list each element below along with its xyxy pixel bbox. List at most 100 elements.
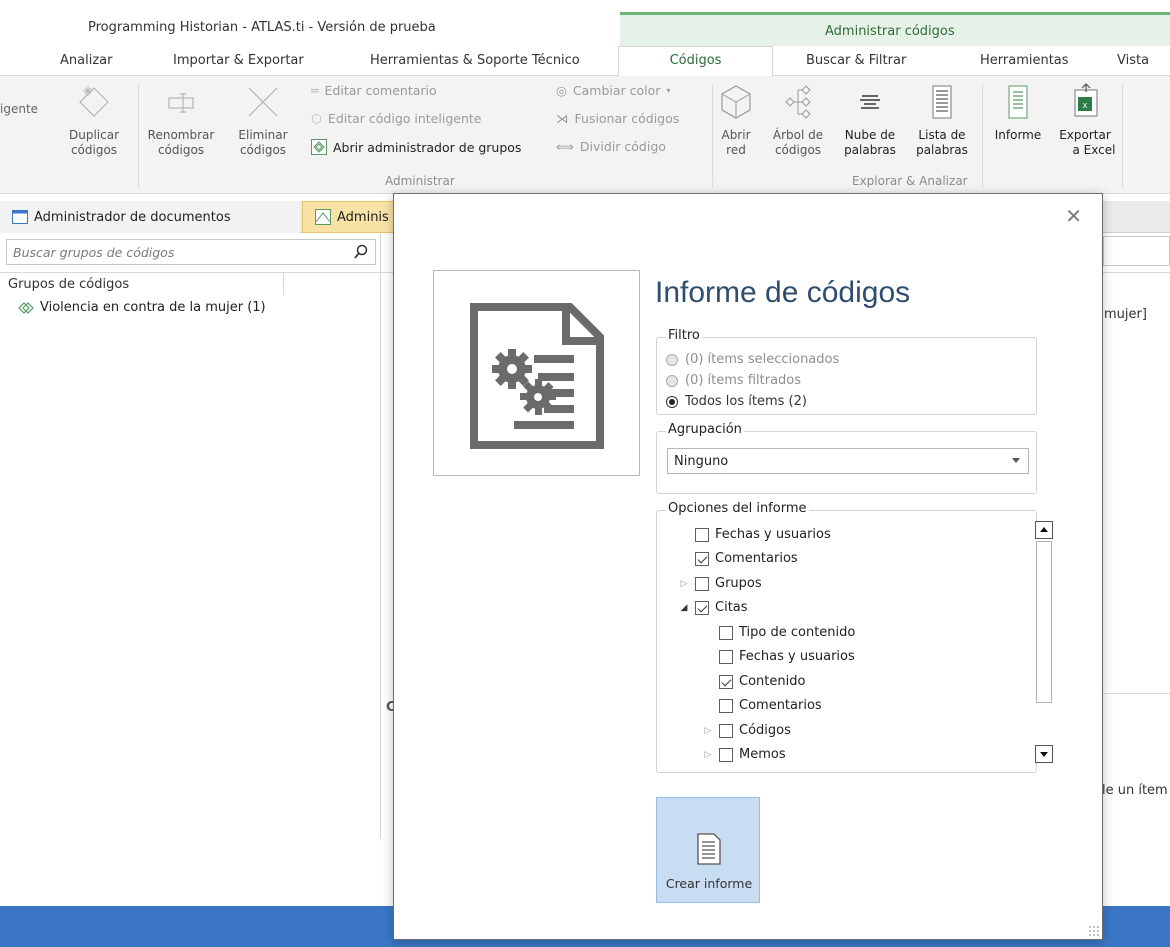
options-scrollbar[interactable] bbox=[1035, 521, 1053, 763]
smart-code-icon: ⬡ bbox=[311, 111, 322, 126]
split-icon: ⟺ bbox=[556, 139, 574, 154]
tab-importar-exportar[interactable]: Importar & Exportar bbox=[173, 53, 304, 68]
code-tree-label-1: Árbol de bbox=[772, 128, 824, 142]
search-input[interactable]: Buscar grupos de códigos bbox=[6, 239, 376, 265]
search-icon[interactable] bbox=[353, 244, 369, 260]
close-icon[interactable]: ✕ bbox=[1065, 204, 1082, 228]
option-content[interactable]: Contenido bbox=[703, 674, 805, 689]
export-excel-label-1: Exportar bbox=[1059, 128, 1111, 142]
option-label: Citas bbox=[715, 600, 748, 615]
checkbox[interactable] bbox=[719, 723, 733, 738]
edit-smart-code-button[interactable]: ⬡ Editar código inteligente bbox=[311, 111, 481, 126]
option-memos[interactable]: ▷ Memos bbox=[703, 747, 786, 762]
word-cloud-label-1: Nube de bbox=[844, 128, 896, 142]
radio-all-items[interactable]: Todos los ítems (2) bbox=[666, 394, 807, 409]
tab-documents-manager[interactable]: Administrador de documentos bbox=[0, 201, 300, 233]
open-group-manager-label: Abrir administrador de grupos bbox=[333, 139, 522, 155]
panel-splitter[interactable] bbox=[380, 233, 381, 839]
tab-herramientas-soporte[interactable]: Herramientas & Soporte Técnico bbox=[370, 53, 580, 68]
checkbox[interactable] bbox=[695, 576, 709, 591]
expand-arrow-icon[interactable]: ▷ bbox=[703, 726, 713, 736]
option-content-type[interactable]: Tipo de contenido bbox=[703, 625, 855, 640]
delete-label-1: Eliminar bbox=[238, 128, 288, 142]
edit-smart-code-label: Editar código inteligente bbox=[327, 111, 482, 126]
radio-filtered-items: (0) ítems filtrados bbox=[666, 373, 801, 388]
tab-vista[interactable]: Vista bbox=[1117, 53, 1149, 68]
checkbox[interactable] bbox=[719, 625, 733, 640]
duplicate-codes-button[interactable]: Duplicar códigos bbox=[64, 82, 124, 158]
tab-codes-manager[interactable]: Adminis bbox=[302, 201, 402, 233]
export-excel-button[interactable]: x Exportar a Excel bbox=[1052, 82, 1118, 158]
rename-label-1: Renombrar bbox=[147, 128, 215, 142]
option-label: Comentarios bbox=[739, 698, 822, 713]
option-quotation-dates-users[interactable]: Fechas y usuarios bbox=[703, 649, 855, 664]
code-group-icon bbox=[18, 301, 34, 314]
expand-arrow-icon[interactable]: ▷ bbox=[679, 579, 689, 589]
open-network-label-1: Abrir bbox=[721, 128, 751, 142]
tab-analizar[interactable]: Analizar bbox=[60, 53, 112, 68]
ribbon-tabs: Analizar Importar & Exportar Herramienta… bbox=[0, 46, 1170, 77]
checkbox[interactable] bbox=[695, 527, 709, 542]
create-report-label: Crear informe bbox=[665, 876, 753, 891]
ribbon-separator bbox=[982, 84, 983, 188]
search-placeholder: Buscar grupos de códigos bbox=[13, 245, 175, 260]
grouping-selected-value: Ninguno bbox=[674, 454, 729, 469]
word-list-button[interactable]: Lista de palabras bbox=[910, 82, 974, 158]
checkbox[interactable] bbox=[719, 649, 733, 664]
scroll-down-button[interactable] bbox=[1035, 745, 1053, 763]
grouping-select[interactable]: Ninguno bbox=[667, 448, 1029, 474]
scroll-thumb[interactable] bbox=[1036, 541, 1052, 703]
code-tree-label-2: códigos bbox=[774, 143, 822, 157]
delete-codes-button[interactable]: Eliminar códigos bbox=[232, 82, 294, 158]
merge-codes-button[interactable]: ⋊ Fusionar códigos bbox=[556, 111, 679, 126]
merge-icon: ⋊ bbox=[556, 111, 569, 126]
option-dates-users[interactable]: Fechas y usuarios bbox=[679, 527, 831, 542]
dialog-title: Informe de códigos bbox=[655, 276, 911, 309]
checkbox[interactable] bbox=[695, 551, 709, 566]
edit-comment-button[interactable]: ═ Editar comentario bbox=[311, 83, 437, 98]
expand-arrow-icon[interactable]: ▷ bbox=[703, 750, 713, 760]
option-codes[interactable]: ▷ Códigos bbox=[703, 723, 791, 738]
report-document-icon bbox=[470, 303, 604, 449]
ribbon-cut-label[interactable]: igente bbox=[0, 102, 38, 117]
duplicate-label-1: Duplicar bbox=[68, 128, 119, 142]
code-tree-button[interactable]: Árbol de códigos bbox=[766, 82, 830, 158]
checkbox[interactable] bbox=[719, 674, 733, 689]
list-item[interactable]: Violencia en contra de la mujer (1) bbox=[18, 300, 266, 315]
radio-button[interactable] bbox=[666, 395, 678, 408]
background-text-fragment: le un ítem bbox=[1102, 783, 1168, 798]
column-header-code-groups[interactable]: Grupos de códigos bbox=[8, 277, 129, 292]
option-groups[interactable]: ▷ Grupos bbox=[679, 576, 762, 591]
create-report-button[interactable]: Crear informe bbox=[656, 797, 760, 903]
tab-codigos[interactable]: Códigos bbox=[618, 46, 773, 77]
word-list-label-2: palabras bbox=[916, 143, 968, 157]
option-quotations[interactable]: ◢ Citas bbox=[679, 600, 748, 615]
split-code-button[interactable]: ⟺ Dividir código bbox=[556, 139, 666, 154]
checkbox[interactable] bbox=[719, 747, 733, 762]
word-list-label-1: Lista de bbox=[918, 128, 966, 142]
open-network-button[interactable]: Abrir red bbox=[716, 82, 756, 158]
checkbox[interactable] bbox=[695, 600, 709, 615]
column-separator[interactable] bbox=[283, 273, 284, 295]
code-report-dialog: ✕ Informe de códigos Filtro (0) ítems se… bbox=[393, 193, 1103, 940]
word-cloud-button[interactable]: Nube de palabras bbox=[838, 82, 902, 158]
change-color-button[interactable]: ◎ Cambiar color ▾ bbox=[556, 83, 670, 98]
group-label-administrar: Administrar bbox=[385, 174, 455, 188]
resize-grip[interactable] bbox=[1088, 925, 1100, 937]
rename-codes-button[interactable]: Renombrar códigos bbox=[145, 82, 217, 158]
option-label: Fechas y usuarios bbox=[715, 527, 831, 542]
split-code-label: Dividir código bbox=[579, 139, 666, 154]
scroll-up-button[interactable] bbox=[1035, 521, 1053, 539]
tab-herramientas[interactable]: Herramientas bbox=[980, 53, 1069, 68]
option-quotation-comments[interactable]: Comentarios bbox=[703, 698, 822, 713]
option-label: Códigos bbox=[739, 723, 791, 738]
checkbox[interactable] bbox=[719, 698, 733, 713]
collapse-arrow-icon[interactable]: ◢ bbox=[679, 603, 689, 613]
list-item-label: Violencia en contra de la mujer (1) bbox=[40, 300, 266, 315]
delete-label-2: códigos bbox=[239, 143, 287, 157]
tab-buscar-filtrar[interactable]: Buscar & Filtrar bbox=[806, 53, 906, 68]
background-input-fragment bbox=[1103, 236, 1170, 266]
option-comments[interactable]: Comentarios bbox=[679, 551, 798, 566]
open-group-manager-button[interactable]: Abrir administrador de grupos bbox=[311, 139, 521, 155]
report-button[interactable]: Informe bbox=[988, 82, 1048, 143]
